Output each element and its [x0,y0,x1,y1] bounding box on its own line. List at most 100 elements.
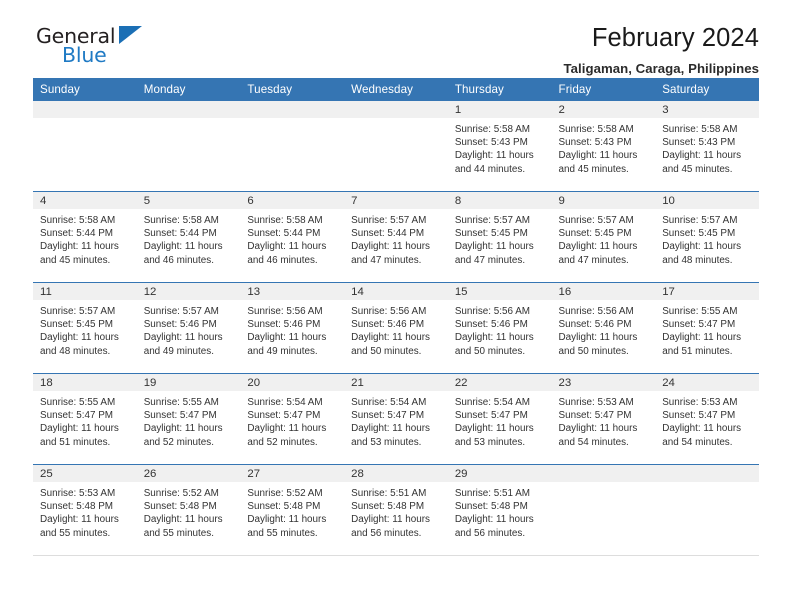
calendar-day-cell[interactable]: 13 Sunrise: 5:56 AM Sunset: 5:46 PM Dayligh… [240,282,345,374]
logo-text-blue: Blue [62,43,107,67]
calendar-day-cell[interactable]: 2 Sunrise: 5:58 AM Sunset: 5:43 PM Daylight… [551,101,656,192]
daylight-text: Daylight: 11 hours and 45 minutes. [662,150,742,175]
day-details: Sunrise: 5:53 AM Sunset: 5:47 PM Daylight:… [655,391,759,449]
day-number: 19 [136,374,241,391]
calendar-empty-cell [344,101,448,192]
calendar-week-row: 18 Sunrise: 5:55 AM Sunset: 5:47 PM Dayligh… [33,373,759,465]
sunset-text: Sunset: 5:47 PM [662,319,736,331]
sunrise-text: Sunrise: 5:58 AM [662,124,738,135]
day-number: 7 [344,192,448,209]
sunrise-text: Sunrise: 5:58 AM [143,215,219,226]
calendar-empty-cell [655,464,759,556]
daylight-text: Daylight: 11 hours and 44 minutes. [454,150,534,175]
sunset-text: Sunset: 5:46 PM [454,319,528,331]
sunset-text: Sunset: 5:46 PM [558,319,632,331]
sunrise-text: Sunrise: 5:55 AM [143,397,219,408]
day-number [136,101,241,118]
calendar-day-cell[interactable]: 22 Sunrise: 5:54 AM Sunset: 5:47 PM Dayligh… [447,373,552,465]
calendar-day-cell[interactable]: 6 Sunrise: 5:58 AM Sunset: 5:44 PM Daylight… [240,191,345,283]
day-details: Sunrise: 5:57 AM Sunset: 5:45 PM Daylight:… [552,209,656,267]
sunset-text: Sunset: 5:46 PM [143,319,217,331]
day-number: 12 [136,283,241,300]
sunrise-text: Sunrise: 5:52 AM [143,488,219,499]
sunrise-text: Sunrise: 5:54 AM [247,397,323,408]
day-number: 8 [447,192,552,209]
day-details: Sunrise: 5:55 AM Sunset: 5:47 PM Daylight:… [137,391,241,449]
day-number [655,465,759,482]
calendar-day-cell[interactable]: 27 Sunrise: 5:52 AM Sunset: 5:48 PM Dayligh… [240,464,345,556]
calendar-day-cell[interactable]: 20 Sunrise: 5:54 AM Sunset: 5:47 PM Dayligh… [240,373,345,465]
day-details: Sunrise: 5:55 AM Sunset: 5:47 PM Daylight:… [655,300,759,358]
calendar-day-cell[interactable]: 18 Sunrise: 5:55 AM Sunset: 5:47 PM Dayligh… [33,373,137,465]
calendar-week-row: 1 Sunrise: 5:58 AM Sunset: 5:43 PM Daylight… [33,101,759,192]
calendar-day-cell[interactable]: 14 Sunrise: 5:56 AM Sunset: 5:46 PM Dayligh… [344,282,448,374]
sunset-text: Sunset: 5:47 PM [662,410,736,422]
sunset-text: Sunset: 5:47 PM [143,410,217,422]
sunrise-text: Sunrise: 5:58 AM [558,124,634,135]
day-number [33,101,137,118]
sunrise-text: Sunrise: 5:57 AM [454,215,531,226]
calendar-day-cell[interactable]: 10 Sunrise: 5:57 AM Sunset: 5:45 PM Dayligh… [655,191,759,283]
day-details: Sunrise: 5:56 AM Sunset: 5:46 PM Daylight:… [448,300,552,358]
calendar-day-cell[interactable]: 24 Sunrise: 5:53 AM Sunset: 5:47 PM Dayligh… [655,373,759,465]
calendar-day-cell[interactable]: 16 Sunrise: 5:56 AM Sunset: 5:46 PM Dayligh… [551,282,656,374]
sunrise-text: Sunrise: 5:56 AM [351,306,427,317]
calendar-empty-cell [33,101,137,192]
sunset-text: Sunset: 5:47 PM [558,410,632,422]
calendar-day-cell[interactable]: 21 Sunrise: 5:54 AM Sunset: 5:47 PM Dayligh… [344,373,448,465]
calendar-day-cell[interactable]: 25 Sunrise: 5:53 AM Sunset: 5:48 PM Dayligh… [33,464,137,556]
calendar-day-cell[interactable]: 29 Sunrise: 5:51 AM Sunset: 5:48 PM Dayligh… [447,464,552,556]
sunrise-text: Sunrise: 5:56 AM [454,306,531,317]
sunset-text: Sunset: 5:45 PM [454,228,528,240]
calendar-day-cell[interactable]: 9 Sunrise: 5:57 AM Sunset: 5:45 PM Daylight… [551,191,656,283]
calendar-day-cell[interactable]: 8 Sunrise: 5:57 AM Sunset: 5:45 PM Daylight… [447,191,552,283]
sunset-text: Sunset: 5:48 PM [351,501,425,513]
sunset-text: Sunset: 5:47 PM [351,410,425,422]
weekday-header-tuesday: Tuesday [240,78,345,101]
daylight-text: Daylight: 11 hours and 50 minutes. [454,332,534,357]
day-number: 16 [551,283,656,300]
daylight-text: Daylight: 11 hours and 56 minutes. [351,514,430,539]
daylight-text: Daylight: 11 hours and 56 minutes. [454,514,534,539]
day-number: 29 [447,465,552,482]
day-number: 28 [344,465,448,482]
title-block: February 2024 Taligaman, Caraga, Philipp… [564,24,759,76]
calendar-day-cell[interactable]: 23 Sunrise: 5:53 AM Sunset: 5:47 PM Dayligh… [551,373,656,465]
calendar-day-cell[interactable]: 7 Sunrise: 5:57 AM Sunset: 5:44 PM Daylight… [344,191,448,283]
sunset-text: Sunset: 5:43 PM [558,137,632,149]
calendar-day-cell[interactable]: 12 Sunrise: 5:57 AM Sunset: 5:46 PM Dayligh… [136,282,241,374]
day-details: Sunrise: 5:51 AM Sunset: 5:48 PM Daylight:… [448,482,552,540]
calendar-day-cell[interactable]: 26 Sunrise: 5:52 AM Sunset: 5:48 PM Dayligh… [136,464,241,556]
calendar-day-cell[interactable]: 15 Sunrise: 5:56 AM Sunset: 5:46 PM Dayligh… [447,282,552,374]
day-number: 5 [136,192,241,209]
day-details: Sunrise: 5:58 AM Sunset: 5:43 PM Daylight:… [552,118,656,176]
calendar-week-row: 4 Sunrise: 5:58 AM Sunset: 5:44 PM Daylight… [33,191,759,283]
calendar-day-cell[interactable]: 4 Sunrise: 5:58 AM Sunset: 5:44 PM Daylight… [33,191,137,283]
sunrise-text: Sunrise: 5:57 AM [662,215,738,226]
weekday-header-monday: Monday [136,78,241,101]
calendar-week-row: 11 Sunrise: 5:57 AM Sunset: 5:45 PM Dayligh… [33,282,759,374]
daylight-text: Daylight: 11 hours and 51 minutes. [40,423,119,448]
sunrise-text: Sunrise: 5:51 AM [454,488,531,499]
calendar-day-cell[interactable]: 1 Sunrise: 5:58 AM Sunset: 5:43 PM Daylight… [447,101,552,192]
sunset-text: Sunset: 5:48 PM [454,501,528,513]
calendar-day-cell[interactable]: 19 Sunrise: 5:55 AM Sunset: 5:47 PM Dayligh… [136,373,241,465]
calendar-day-cell[interactable]: 17 Sunrise: 5:55 AM Sunset: 5:47 PM Dayligh… [655,282,759,374]
calendar-day-cell[interactable]: 28 Sunrise: 5:51 AM Sunset: 5:48 PM Dayligh… [344,464,448,556]
calendar-day-cell[interactable]: 3 Sunrise: 5:58 AM Sunset: 5:43 PM Daylight… [655,101,759,192]
sunset-text: Sunset: 5:45 PM [558,228,632,240]
day-number: 27 [240,465,345,482]
sunset-text: Sunset: 5:48 PM [143,501,217,513]
sunrise-text: Sunrise: 5:57 AM [558,215,634,226]
calendar-day-cell[interactable]: 5 Sunrise: 5:58 AM Sunset: 5:44 PM Daylight… [136,191,241,283]
day-number: 20 [240,374,345,391]
calendar-day-cell[interactable]: 11 Sunrise: 5:57 AM Sunset: 5:45 PM Dayligh… [33,282,137,374]
sunrise-text: Sunrise: 5:55 AM [662,306,738,317]
calendar-empty-cell [136,101,241,192]
day-number: 18 [33,374,137,391]
sunset-text: Sunset: 5:44 PM [143,228,217,240]
day-number: 6 [240,192,345,209]
day-number: 13 [240,283,345,300]
daylight-text: Daylight: 11 hours and 55 minutes. [143,514,223,539]
day-details: Sunrise: 5:57 AM Sunset: 5:45 PM Daylight:… [448,209,552,267]
